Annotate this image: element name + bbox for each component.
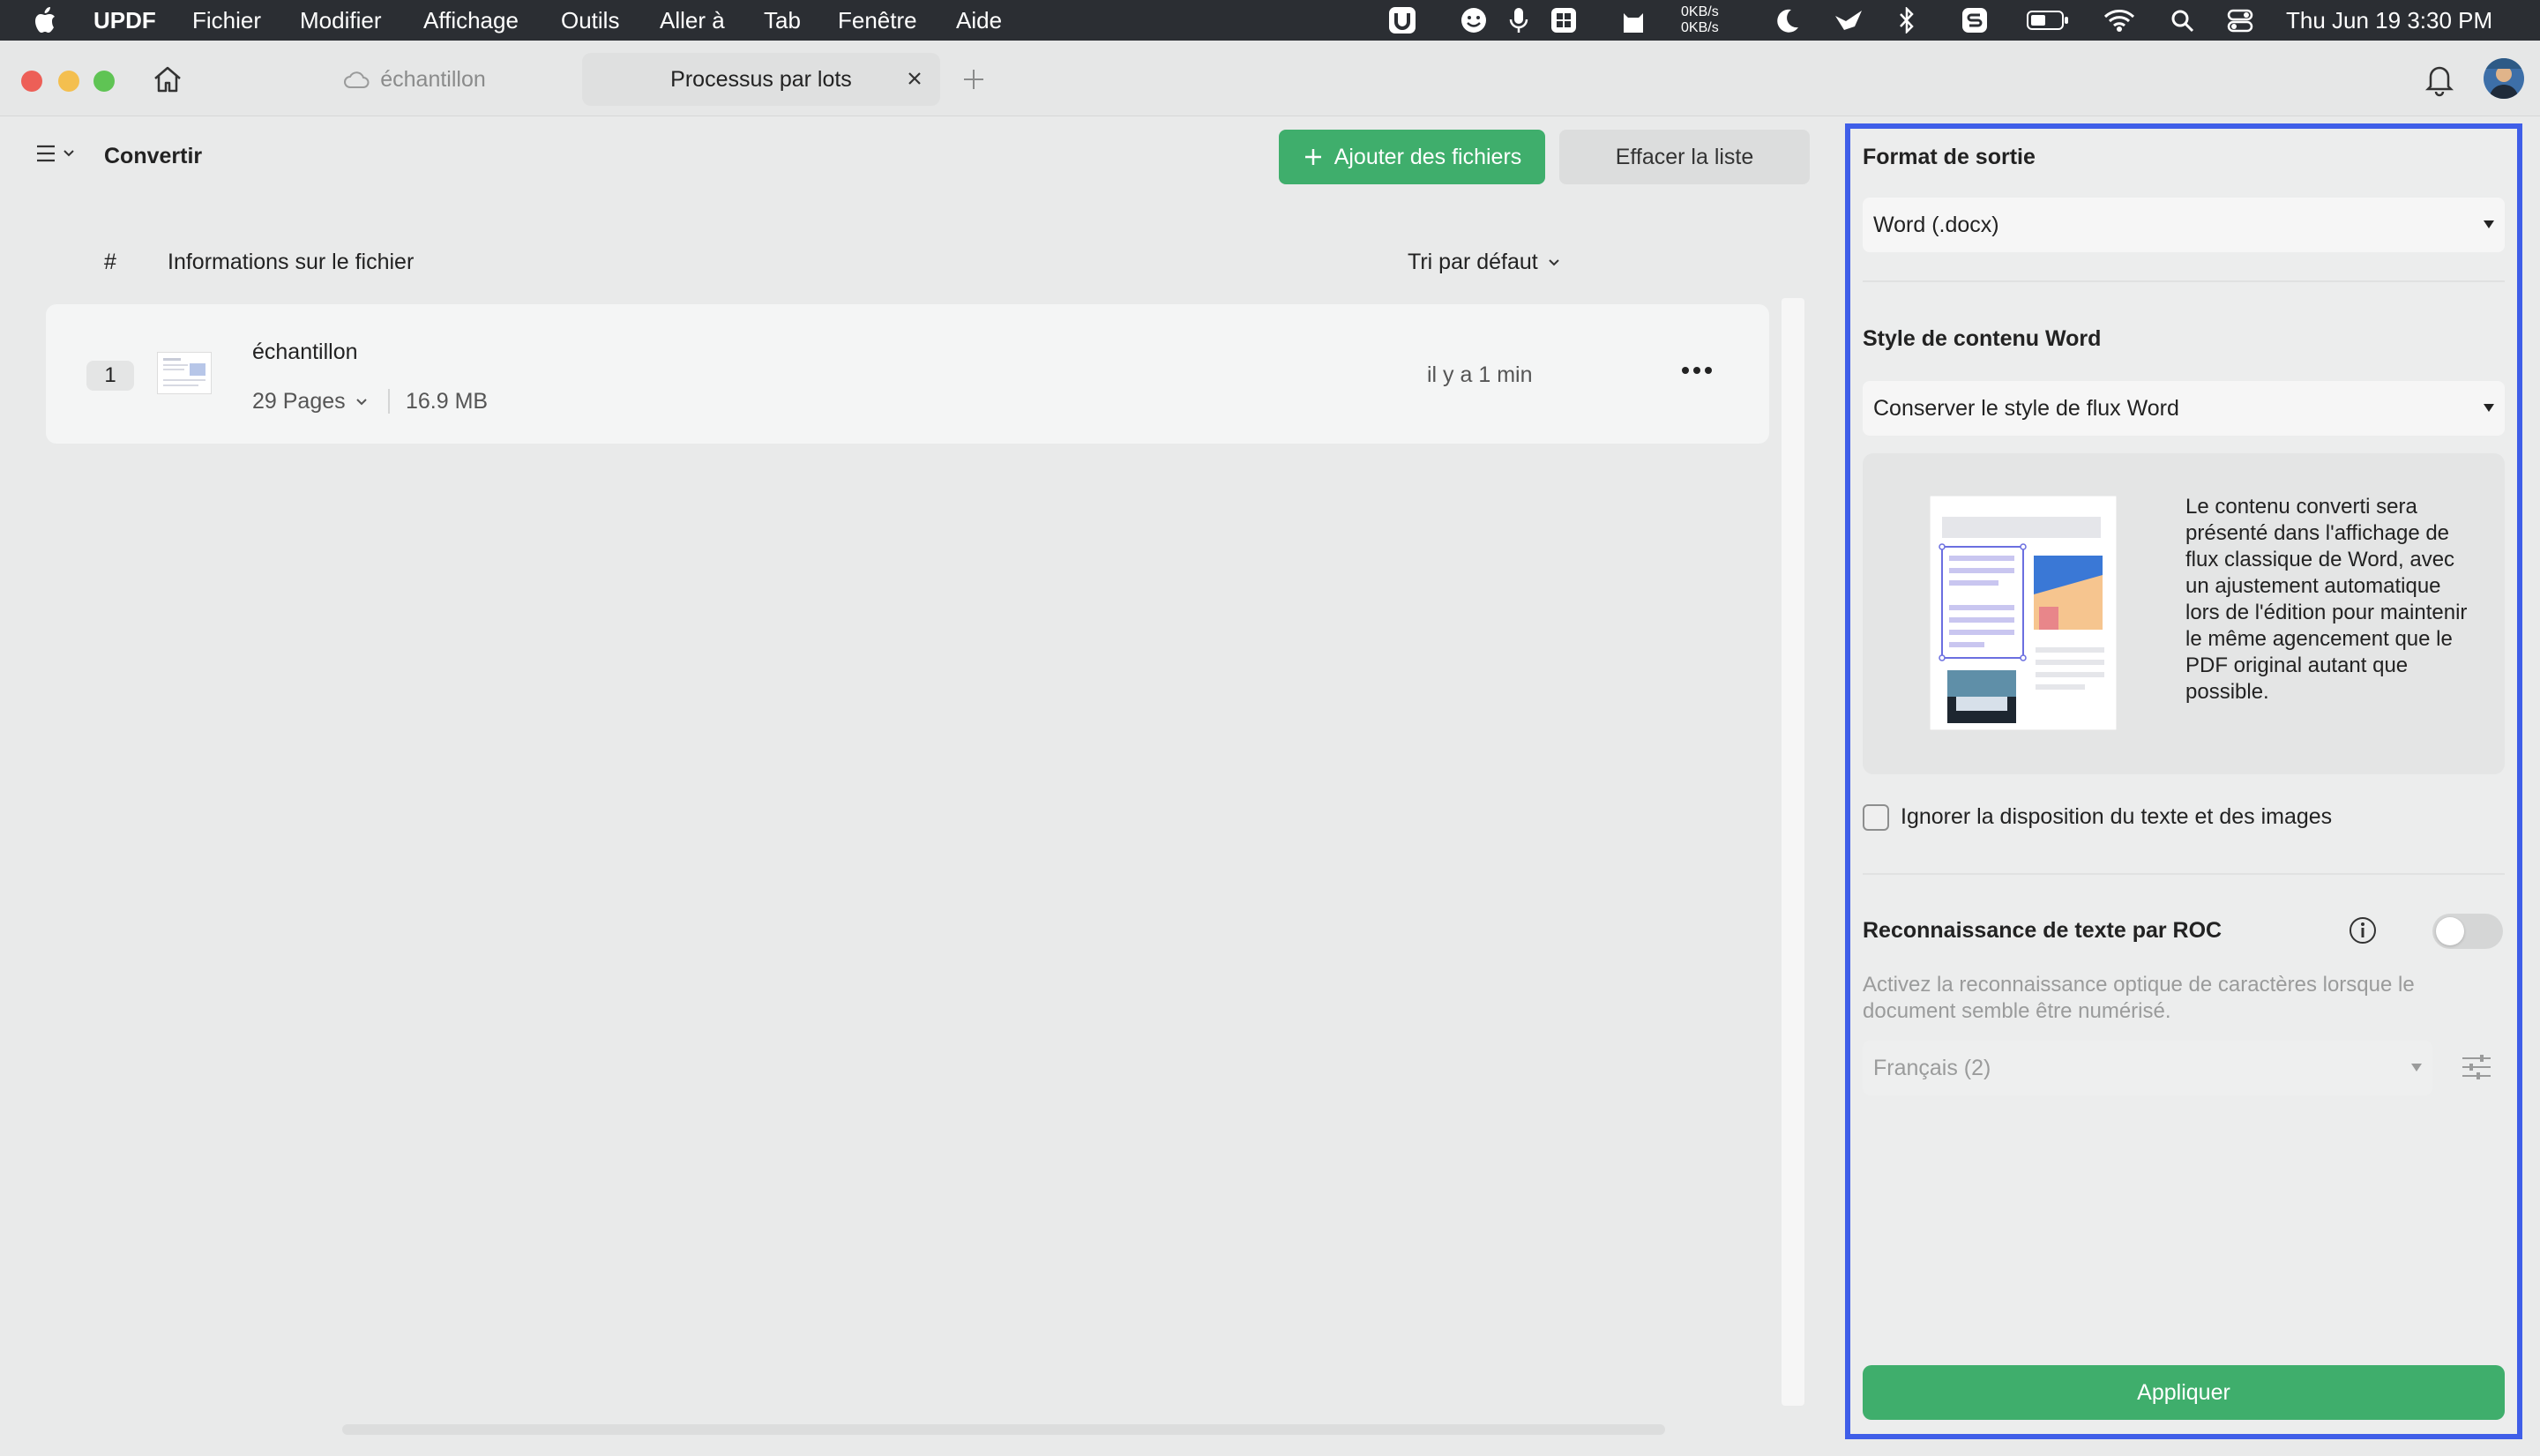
- output-format-label: Format de sortie: [1863, 145, 2036, 169]
- menu-affichage[interactable]: Affichage: [423, 7, 519, 34]
- ocr-language-select[interactable]: Français (2): [1863, 1041, 2432, 1095]
- clear-list-button[interactable]: Effacer la liste: [1559, 130, 1810, 184]
- horizontal-scroll-shadow: [342, 1424, 1665, 1435]
- microphone-icon[interactable]: [1506, 5, 1531, 35]
- output-format-value: Word (.docx): [1873, 212, 1999, 237]
- add-files-button[interactable]: Ajouter des fichiers: [1279, 130, 1545, 184]
- menu-app-name[interactable]: UPDF: [93, 7, 156, 34]
- column-header-file-info: Informations sur le fichier: [168, 250, 415, 274]
- emoji-icon[interactable]: [1459, 5, 1489, 35]
- ocr-label: Reconnaissance de texte par ROC: [1863, 918, 2222, 943]
- toggle-knob: [2436, 917, 2464, 945]
- conversion-settings-panel: [1845, 123, 2522, 1439]
- page-count-dropdown[interactable]: 29 Pages: [252, 389, 369, 414]
- dropdown-caret-icon: [2484, 220, 2494, 228]
- cat-icon[interactable]: [1619, 5, 1647, 35]
- chevron-down-icon: [1547, 258, 1561, 268]
- plus-icon: [1303, 146, 1324, 168]
- menu-fichier[interactable]: Fichier: [192, 7, 261, 34]
- chevron-down-icon: [355, 397, 369, 407]
- window-grid-icon[interactable]: [1549, 5, 1579, 35]
- menu-aller-a[interactable]: Aller à: [660, 7, 725, 34]
- content-style-label: Style de contenu Word: [1863, 326, 2102, 351]
- spotlight-search-icon[interactable]: [2168, 5, 2196, 35]
- menu-aide[interactable]: Aide: [956, 7, 1002, 34]
- ocr-hint: Activez la reconnaissance optique de car…: [1863, 973, 2415, 1023]
- list-menu-icon: [35, 142, 58, 165]
- zoom-window-button[interactable]: [93, 71, 115, 92]
- ocr-toggle[interactable]: [2432, 914, 2503, 949]
- menu-modifier[interactable]: Modifier: [300, 7, 381, 34]
- ignore-layout-label: Ignorer la disposition du texte et des i…: [1901, 804, 2333, 829]
- meta-divider: [388, 389, 390, 414]
- file-list-panel: Convertir Ajouter des fichiers Effacer l…: [7, 117, 1827, 1440]
- close-window-button[interactable]: [21, 71, 42, 92]
- sort-label: Tri par défaut: [1408, 250, 1538, 274]
- menu-tab[interactable]: Tab: [764, 7, 801, 34]
- tab-document[interactable]: échantillon: [318, 53, 512, 106]
- document-layout-illustration: [1929, 495, 2118, 731]
- bird-icon[interactable]: [1833, 5, 1864, 35]
- mode-title: Convertir: [104, 144, 203, 168]
- output-format-select[interactable]: Word (.docx): [1863, 198, 2505, 252]
- moon-icon[interactable]: [1773, 5, 1801, 35]
- scrollbar[interactable]: [1782, 298, 1804, 1406]
- tab-batch-label: Processus par lots: [670, 66, 852, 92]
- tab-batch-processing[interactable]: Processus par lots: [582, 53, 940, 106]
- ocr-settings-sliders-icon[interactable]: [2459, 1049, 2494, 1085]
- new-tab-icon[interactable]: [961, 67, 986, 92]
- chevron-down-icon: [62, 148, 76, 159]
- file-added-time: il y a 1 min: [1427, 362, 1533, 387]
- section-divider: [1863, 873, 2505, 875]
- content-style-select[interactable]: Conserver le style de flux Word: [1863, 381, 2505, 436]
- bluetooth-icon[interactable]: [1896, 5, 1917, 35]
- section-divider: [1863, 280, 2505, 282]
- home-icon[interactable]: [150, 62, 185, 97]
- tab-document-label: échantillon: [380, 66, 486, 92]
- notification-bell-icon[interactable]: [2424, 62, 2455, 97]
- wifi-icon[interactable]: [2103, 5, 2136, 35]
- info-icon[interactable]: [2348, 915, 2378, 945]
- avatar[interactable]: [2484, 58, 2524, 99]
- file-size: 16.9 MB: [406, 389, 489, 414]
- apply-button[interactable]: Appliquer: [1863, 1365, 2505, 1420]
- control-center-icon[interactable]: [2226, 5, 2254, 35]
- table-row[interactable]: 1 échantillon 29 Pages 16.9 MB il y a 1 …: [46, 304, 1769, 444]
- column-header-index: #: [104, 250, 116, 274]
- ignore-layout-checkbox[interactable]: [1863, 804, 1889, 831]
- file-thumbnail: [157, 352, 212, 394]
- dropdown-caret-icon: [2411, 1064, 2422, 1071]
- apple-icon[interactable]: [32, 5, 58, 35]
- row-index-badge: 1: [86, 361, 134, 391]
- add-files-label: Ajouter des fichiers: [1334, 144, 1522, 169]
- style-description: Le contenu converti sera présenté dans l…: [2185, 495, 2468, 704]
- network-speed: 0KB/s 0KB/s: [1681, 4, 1719, 35]
- file-name: échantillon: [252, 340, 358, 364]
- dropdown-caret-icon: [2484, 404, 2494, 412]
- updf-status-icon[interactable]: [1386, 5, 1418, 35]
- scrivener-icon[interactable]: [1960, 5, 1990, 35]
- more-options-icon[interactable]: [1679, 357, 1714, 384]
- menu-bar: UPDF Fichier Modifier Affichage Outils A…: [0, 0, 2540, 41]
- content-style-value: Conserver le style de flux Word: [1873, 395, 2179, 421]
- battery-icon[interactable]: [2025, 5, 2071, 35]
- close-tab-icon[interactable]: [905, 69, 924, 88]
- page-count-label: 29 Pages: [252, 389, 346, 414]
- sidebar-menu-toggle[interactable]: [35, 142, 76, 165]
- minimize-window-button[interactable]: [58, 71, 79, 92]
- menu-outils[interactable]: Outils: [561, 7, 619, 34]
- menu-clock[interactable]: Thu Jun 19 3:30 PM: [2286, 7, 2492, 34]
- menu-fenetre[interactable]: Fenêtre: [838, 7, 917, 34]
- cloud-icon: [343, 70, 370, 89]
- sort-dropdown[interactable]: Tri par défaut: [1408, 250, 1561, 275]
- ocr-language-value: Français (2): [1873, 1055, 1991, 1080]
